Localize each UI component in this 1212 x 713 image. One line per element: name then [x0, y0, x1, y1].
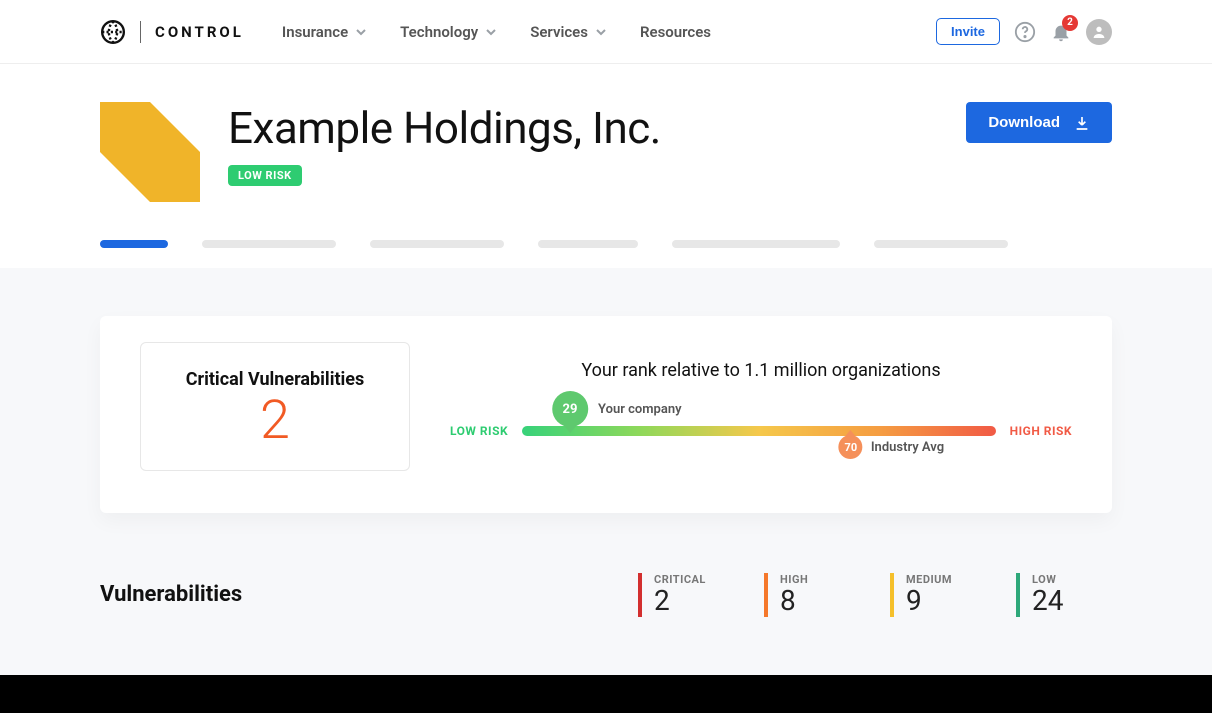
nav-label: Resources — [640, 23, 711, 41]
risk-gauge-row: LOW RISK 29 Your company 70 — [450, 409, 1072, 453]
chevron-down-icon — [356, 27, 366, 37]
tab-placeholder[interactable] — [202, 240, 336, 248]
nav-label: Technology — [400, 23, 478, 41]
tab-active[interactable] — [100, 240, 168, 248]
bottom-crop — [0, 675, 1212, 713]
chevron-down-icon — [596, 27, 606, 37]
stat-value: 2 — [654, 586, 734, 617]
download-label: Download — [988, 114, 1060, 131]
summary-card: Critical Vulnerabilities 2 Your rank rel… — [100, 316, 1112, 513]
notifications-icon[interactable]: 2 — [1050, 21, 1072, 43]
vulnerabilities-section: Vulnerabilities CRITICAL 2 HIGH 8 MEDIUM… — [100, 573, 1112, 617]
company-name: Example Holdings, Inc. — [228, 102, 661, 154]
nav-label: Services — [530, 23, 588, 41]
nav-label: Insurance — [282, 23, 348, 41]
download-button[interactable]: Download — [966, 102, 1112, 143]
logo-divider — [140, 21, 141, 43]
tab-placeholder[interactable] — [672, 240, 840, 248]
critical-vuln-box: Critical Vulnerabilities 2 — [140, 342, 410, 471]
rank-title: Your rank relative to 1.1 million organi… — [450, 360, 1072, 381]
industry-avg-pin: 70 — [839, 435, 863, 459]
company-title-block: Example Holdings, Inc. LOW RISK — [228, 102, 661, 186]
tab-row — [0, 222, 1212, 268]
critical-vuln-count: 2 — [171, 394, 379, 448]
vulnerabilities-title: Vulnerabilities — [100, 582, 242, 607]
invite-button[interactable]: Invite — [936, 18, 1000, 45]
company-logo — [100, 102, 200, 202]
tab-placeholder[interactable] — [538, 240, 638, 248]
critical-vuln-label: Critical Vulnerabilities — [171, 369, 379, 390]
company-header: Example Holdings, Inc. LOW RISK Download — [0, 64, 1212, 222]
top-nav: CONTROL Insurance Technology Services Re… — [0, 0, 1212, 64]
header-controls: Invite 2 — [936, 18, 1112, 45]
rank-panel: Your rank relative to 1.1 million organi… — [450, 360, 1072, 453]
stat-low: LOW 24 — [1016, 573, 1112, 617]
download-icon — [1074, 115, 1090, 131]
your-company-marker: 29 Your company — [552, 391, 682, 427]
your-company-pin: 29 — [552, 391, 588, 427]
low-risk-label: LOW RISK — [450, 424, 508, 438]
nav-item-resources[interactable]: Resources — [640, 23, 711, 41]
nav-item-technology[interactable]: Technology — [400, 23, 496, 41]
stat-value: 9 — [906, 586, 986, 617]
risk-badge: LOW RISK — [228, 165, 302, 186]
help-icon[interactable] — [1014, 21, 1036, 43]
brand-text: CONTROL — [155, 23, 244, 41]
logo-group[interactable]: CONTROL — [100, 19, 244, 45]
nav-item-services[interactable]: Services — [530, 23, 606, 41]
logo-icon — [100, 19, 126, 45]
tab-placeholder[interactable] — [874, 240, 1008, 248]
stat-high: HIGH 8 — [764, 573, 860, 617]
your-company-label: Your company — [598, 402, 682, 417]
nav-item-insurance[interactable]: Insurance — [282, 23, 366, 41]
user-icon — [1091, 24, 1107, 40]
avatar[interactable] — [1086, 19, 1112, 45]
content-area: Critical Vulnerabilities 2 Your rank rel… — [0, 268, 1212, 713]
stat-value: 24 — [1032, 586, 1112, 617]
tab-placeholder[interactable] — [370, 240, 504, 248]
industry-avg-label: Industry Avg — [871, 440, 944, 455]
risk-gauge: 29 Your company 70 Industry Avg — [522, 409, 996, 453]
high-risk-label: HIGH RISK — [1010, 424, 1072, 438]
stat-critical: CRITICAL 2 — [638, 573, 734, 617]
vulnerability-stats: CRITICAL 2 HIGH 8 MEDIUM 9 LOW 24 — [638, 573, 1112, 617]
stat-medium: MEDIUM 9 — [890, 573, 986, 617]
stat-value: 8 — [780, 586, 860, 617]
main-nav: Insurance Technology Services Resources — [282, 23, 711, 41]
industry-avg-marker: 70 Industry Avg — [839, 435, 944, 459]
notification-badge: 2 — [1062, 15, 1078, 31]
chevron-down-icon — [486, 27, 496, 37]
